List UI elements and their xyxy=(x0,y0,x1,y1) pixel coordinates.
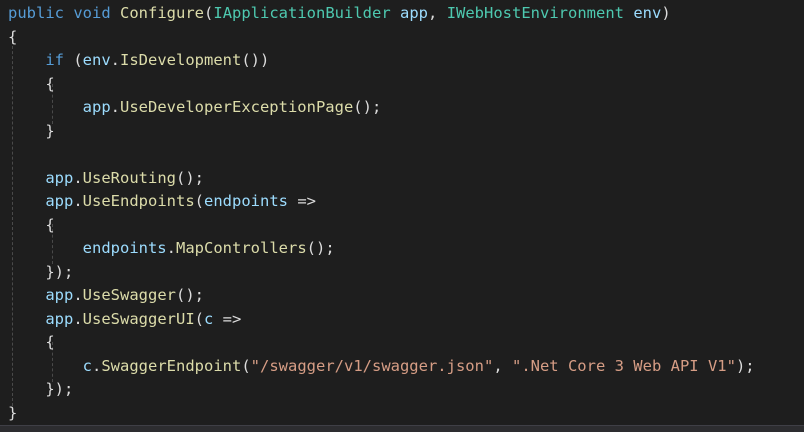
punctuation: ( xyxy=(204,4,214,22)
arrow-operator: => xyxy=(213,309,242,328)
code-line[interactable]: }); xyxy=(8,261,73,285)
brace: } xyxy=(45,121,55,140)
punctuation: ( xyxy=(241,356,251,375)
method-name: UseRouting xyxy=(82,168,176,187)
variable: app xyxy=(45,168,74,187)
variable: c xyxy=(82,356,92,375)
punctuation: (); xyxy=(306,239,335,257)
code-line[interactable]: }); xyxy=(8,378,73,402)
keyword: void xyxy=(73,4,111,22)
method-name: SwaggerEndpoint xyxy=(101,356,242,375)
punctuation: . xyxy=(110,98,120,116)
method-name: UseSwagger xyxy=(82,286,176,304)
variable: env xyxy=(82,51,111,69)
punctuation: . xyxy=(73,192,83,210)
method-name: IsDevelopment xyxy=(120,51,242,69)
parameter: env xyxy=(633,4,662,22)
punctuation: (); xyxy=(353,98,382,116)
parameter: c xyxy=(204,309,214,328)
punctuation: (); xyxy=(176,286,204,304)
punctuation: ()) xyxy=(241,51,270,69)
punctuation: , xyxy=(428,4,447,22)
code-line[interactable]: app.UseSwaggerUI(c => xyxy=(8,308,241,332)
method-name: UseDeveloperExceptionPage xyxy=(120,98,354,116)
brace: } xyxy=(8,403,18,422)
punctuation: , xyxy=(493,356,512,375)
type-name: IWebHostEnvironment xyxy=(446,4,624,22)
code-line[interactable]: app.UseRouting(); xyxy=(8,167,204,191)
code-line[interactable]: public void Configure(IApplicationBuilde… xyxy=(8,2,671,26)
brace: { xyxy=(45,333,55,351)
keyword: public xyxy=(8,4,64,22)
punctuation: ) xyxy=(661,4,671,22)
punctuation: ( xyxy=(194,192,204,210)
code-line[interactable]: app.UseDeveloperExceptionPage(); xyxy=(8,96,382,120)
punctuation: . xyxy=(73,286,83,304)
keyword: if xyxy=(45,51,64,69)
code-line[interactable]: app.UseEndpoints(endpoints => xyxy=(8,190,316,214)
method-name: MapControllers xyxy=(176,239,307,257)
code-line[interactable]: { xyxy=(8,73,55,97)
punctuation: . xyxy=(73,309,83,328)
brace: { xyxy=(45,74,55,93)
variable: app xyxy=(45,309,74,328)
punctuation: . xyxy=(166,239,176,257)
string-literal: "/swagger/v1/swagger.json" xyxy=(250,356,494,375)
method-name: Configure xyxy=(120,4,205,22)
parameter: app xyxy=(400,4,429,22)
punctuation: (); xyxy=(176,168,204,187)
horizontal-scrollbar[interactable] xyxy=(0,425,804,432)
variable: app xyxy=(45,286,74,304)
code-editor[interactable]: public void Configure(IApplicationBuilde… xyxy=(0,0,804,432)
string-literal: ".Net Core 3 Web API V1" xyxy=(511,356,736,375)
code-line[interactable]: { xyxy=(8,331,55,355)
parameter: endpoints xyxy=(204,192,288,210)
brace: { xyxy=(8,27,18,46)
method-name: UseSwaggerUI xyxy=(82,309,195,328)
punctuation: . xyxy=(92,356,102,375)
punctuation: . xyxy=(110,51,121,69)
code-line[interactable]: { xyxy=(8,26,17,50)
method-name: UseEndpoints xyxy=(82,192,195,210)
variable: endpoints xyxy=(82,239,167,257)
arrow-operator: => xyxy=(288,192,316,210)
code-line[interactable]: c.SwaggerEndpoint("/swagger/v1/swagger.j… xyxy=(8,355,755,379)
punctuation: . xyxy=(73,168,83,187)
punctuation: ( xyxy=(64,51,83,69)
code-line[interactable]: } xyxy=(8,402,17,426)
code-line[interactable]: { xyxy=(8,214,55,238)
code-line[interactable]: } xyxy=(8,120,55,144)
variable: app xyxy=(45,192,74,210)
type-name: IApplicationBuilder xyxy=(213,4,391,22)
code-line[interactable]: app.UseSwagger(); xyxy=(8,284,204,308)
brace: { xyxy=(45,215,55,234)
code-line[interactable]: if (env.IsDevelopment()) xyxy=(8,49,269,73)
closing-punctuation: }); xyxy=(45,262,74,281)
closing-punctuation: }); xyxy=(45,380,74,398)
variable: app xyxy=(82,98,111,116)
punctuation: ( xyxy=(194,309,204,328)
punctuation: ); xyxy=(735,356,755,375)
code-line[interactable]: endpoints.MapControllers(); xyxy=(8,237,335,261)
